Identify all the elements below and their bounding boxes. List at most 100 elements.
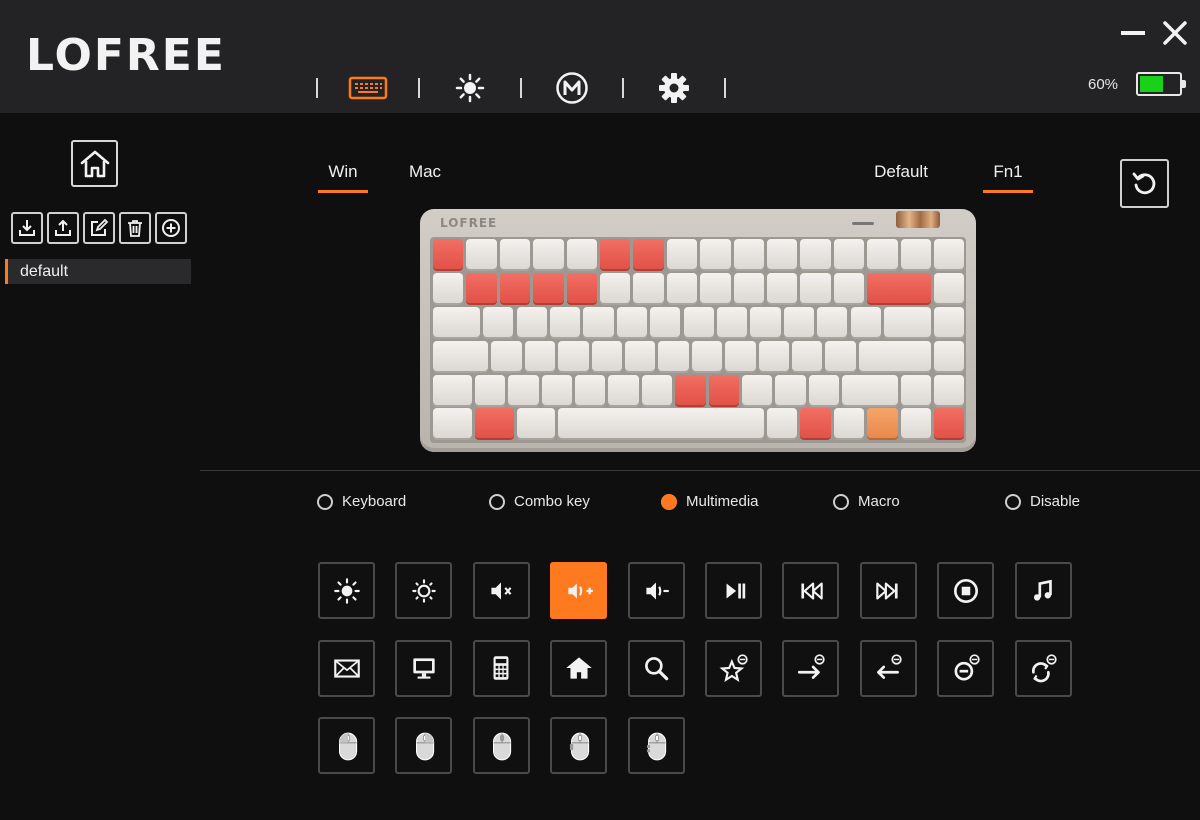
next-track-button[interactable]: [859, 562, 917, 619]
keyboard-key[interactable]: [833, 273, 865, 303]
keyboard-key[interactable]: [775, 375, 806, 405]
keyboard-key[interactable]: [733, 273, 764, 303]
keyboard-key[interactable]: [883, 307, 931, 337]
keyboard-key[interactable]: [850, 307, 881, 337]
tab-mac[interactable]: Mac: [402, 162, 448, 193]
keyboard-key[interactable]: [533, 273, 564, 303]
volume-down-button[interactable]: [627, 562, 685, 619]
keyboard-key[interactable]: [466, 273, 497, 303]
keyboard-key[interactable]: [600, 273, 631, 303]
keyboard-key[interactable]: [666, 273, 698, 303]
keyboard-key[interactable]: [934, 239, 965, 269]
keyboard-key[interactable]: [817, 307, 848, 337]
keyboard-key[interactable]: [675, 375, 706, 405]
previous-track-button[interactable]: [782, 562, 840, 619]
browser-stop-button[interactable]: [937, 639, 995, 697]
keyboard-key[interactable]: [741, 375, 773, 405]
mouse-right-click-button[interactable]: [395, 717, 453, 774]
keyboard-key[interactable]: [700, 273, 731, 303]
nav-settings[interactable]: [624, 68, 724, 108]
mode-macro[interactable]: Macro: [833, 493, 900, 510]
keyboard-key[interactable]: [499, 273, 531, 303]
nav-macro[interactable]: [522, 68, 622, 108]
keyboard-key[interactable]: [650, 307, 681, 337]
keyboard-key[interactable]: [625, 341, 656, 371]
browser-back-button[interactable]: [859, 639, 917, 697]
keyboard-key[interactable]: [524, 341, 556, 371]
keyboard-key[interactable]: [499, 239, 531, 269]
mouse-back-button[interactable]: [550, 717, 608, 774]
keyboard-key[interactable]: [466, 239, 497, 269]
keyboard-key[interactable]: [633, 239, 664, 269]
keyboard-key[interactable]: [558, 341, 589, 371]
keyboard-key[interactable]: [549, 307, 581, 337]
mail-button[interactable]: [318, 639, 375, 697]
keyboard-key[interactable]: [934, 341, 965, 371]
add-profile-button[interactable]: [155, 212, 187, 244]
keyboard-key[interactable]: [800, 273, 831, 303]
keyboard-key[interactable]: [583, 307, 614, 337]
keyboard-key[interactable]: [433, 307, 481, 337]
keyboard-key[interactable]: [934, 408, 965, 438]
keyboard-key[interactable]: [474, 408, 514, 438]
delete-button[interactable]: [119, 212, 151, 244]
keyboard-key[interactable]: [433, 273, 464, 303]
keyboard-key[interactable]: [608, 375, 639, 405]
browser-favorites-button[interactable]: [705, 639, 762, 697]
keyboard-key[interactable]: [516, 307, 547, 337]
brightness-down-button[interactable]: [395, 562, 453, 619]
keyboard-key[interactable]: [691, 341, 723, 371]
keyboard-key[interactable]: [433, 408, 472, 438]
keyboard-key[interactable]: [574, 375, 606, 405]
keyboard-key[interactable]: [825, 341, 856, 371]
keyboard-key[interactable]: [483, 307, 514, 337]
keyboard-key[interactable]: [750, 307, 781, 337]
keyboard-key[interactable]: [808, 375, 840, 405]
keyboard-key[interactable]: [566, 239, 597, 269]
keyboard-key[interactable]: [716, 307, 748, 337]
mouse-middle-click-button[interactable]: [472, 717, 530, 774]
brightness-up-button[interactable]: [318, 562, 375, 619]
minimize-button[interactable]: [1120, 20, 1146, 46]
tab-fn1-layer[interactable]: Fn1: [983, 162, 1033, 193]
home-button[interactable]: [71, 140, 118, 187]
calculator-button[interactable]: [472, 639, 530, 697]
keyboard-key[interactable]: [867, 408, 898, 438]
keyboard-key[interactable]: [616, 307, 648, 337]
music-button[interactable]: [1014, 562, 1072, 619]
export-button[interactable]: [47, 212, 79, 244]
nav-lighting[interactable]: [420, 68, 520, 108]
keyboard-knob[interactable]: [896, 211, 940, 228]
mouse-left-click-button[interactable]: [318, 717, 375, 774]
keyboard-key[interactable]: [433, 239, 464, 269]
mouse-forward-button[interactable]: [627, 717, 685, 774]
keyboard-key[interactable]: [858, 341, 931, 371]
nav-keyboard[interactable]: [318, 68, 418, 108]
keyboard-key[interactable]: [433, 341, 489, 371]
keyboard-key[interactable]: [508, 375, 539, 405]
reset-button[interactable]: [1120, 159, 1169, 208]
keyboard-key[interactable]: [934, 375, 965, 405]
volume-up-button[interactable]: [550, 562, 608, 619]
keyboard-key[interactable]: [491, 341, 522, 371]
import-button[interactable]: [11, 212, 43, 244]
profile-item-default[interactable]: default: [5, 259, 191, 284]
search-button[interactable]: [627, 639, 685, 697]
keyboard-key[interactable]: [934, 273, 965, 303]
keyboard-key[interactable]: [783, 307, 815, 337]
mode-disable[interactable]: Disable: [1005, 493, 1080, 510]
keyboard-key[interactable]: [900, 239, 931, 269]
close-button[interactable]: [1162, 20, 1188, 46]
home-page-button[interactable]: [550, 639, 608, 697]
keyboard-key[interactable]: [558, 408, 764, 438]
mode-combo-key[interactable]: Combo key: [489, 493, 590, 510]
keyboard-key[interactable]: [800, 408, 831, 438]
keyboard-key[interactable]: [474, 375, 506, 405]
keyboard-key[interactable]: [600, 239, 631, 269]
keyboard-key[interactable]: [591, 341, 623, 371]
tab-win[interactable]: Win: [318, 162, 368, 193]
keyboard-key[interactable]: [934, 307, 965, 337]
my-computer-button[interactable]: [395, 639, 453, 697]
keyboard-key[interactable]: [758, 341, 790, 371]
keyboard-key[interactable]: [900, 375, 931, 405]
